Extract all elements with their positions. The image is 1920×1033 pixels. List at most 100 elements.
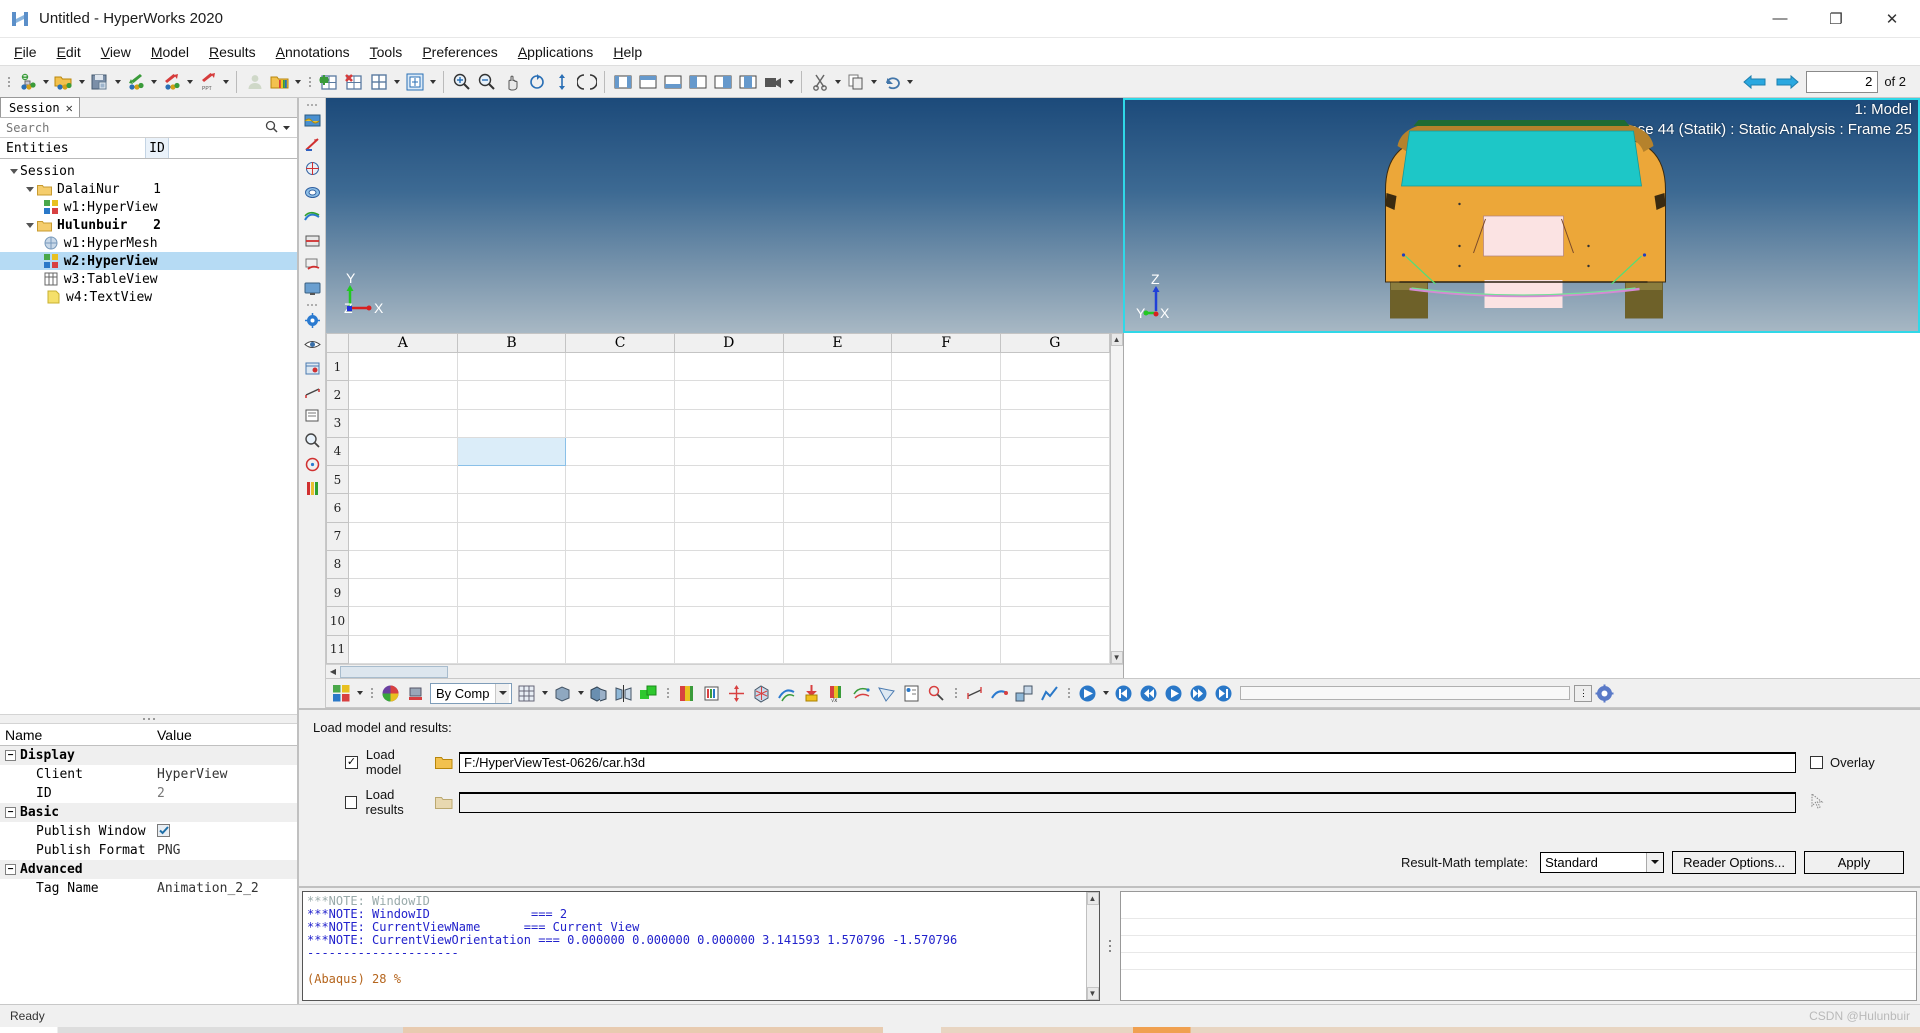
- row-header[interactable]: 5: [326, 465, 349, 495]
- cell-b3[interactable]: [456, 408, 567, 438]
- page-next-button[interactable]: [1774, 71, 1800, 93]
- cell-g10[interactable]: [999, 606, 1110, 636]
- cell-e11[interactable]: [782, 634, 893, 665]
- table-row[interactable]: 4: [326, 436, 1110, 467]
- vector-plot-icon[interactable]: [724, 681, 749, 706]
- capture-video-icon[interactable]: [760, 69, 785, 94]
- trace-icon[interactable]: [987, 681, 1012, 706]
- undo-icon[interactable]: [879, 69, 904, 94]
- add-page-icon[interactable]: [316, 69, 341, 94]
- console-splitter[interactable]: [1099, 888, 1120, 1004]
- cell-g8[interactable]: [999, 549, 1110, 580]
- menu-annotations[interactable]: Annotations: [266, 40, 360, 64]
- property-group-advanced[interactable]: − Advanced: [0, 860, 297, 879]
- table-row[interactable]: 9: [326, 578, 1110, 608]
- table-row[interactable]: 3: [326, 408, 1110, 438]
- copy-icon[interactable]: [843, 69, 868, 94]
- result-type-dropdown-icon[interactable]: [354, 681, 365, 706]
- tracking-icon[interactable]: [301, 453, 324, 476]
- anim-grip[interactable]: [368, 682, 375, 704]
- notes-icon[interactable]: [301, 405, 324, 428]
- cell-c4[interactable]: [565, 436, 675, 467]
- expander-icon[interactable]: [24, 180, 36, 198]
- cell-a2[interactable]: [348, 380, 458, 410]
- viewport-right[interactable]: 1: Model Subcase 44 (Statik) : Static An…: [1123, 98, 1920, 333]
- cell-c9[interactable]: [565, 578, 675, 608]
- save-session-icon[interactable]: [87, 69, 112, 94]
- menu-results[interactable]: Results: [199, 40, 266, 64]
- tree-col-id[interactable]: ID: [145, 138, 169, 158]
- select-all-corner[interactable]: [326, 333, 349, 353]
- iso-surface-icon[interactable]: [301, 181, 324, 204]
- zoom-in-icon[interactable]: [449, 69, 474, 94]
- cell-d9[interactable]: [673, 578, 784, 608]
- page-layout-icon[interactable]: [366, 69, 391, 94]
- animation-mode-dropdown-icon[interactable]: [1100, 681, 1111, 706]
- rotate-icon[interactable]: [524, 69, 549, 94]
- scroll-track[interactable]: [1110, 346, 1123, 651]
- info-icon[interactable]: [899, 681, 924, 706]
- property-group-basic[interactable]: − Basic: [0, 803, 297, 822]
- load-model-input[interactable]: F:/HyperViewTest-0626/car.h3d: [459, 751, 1796, 773]
- cell-c1[interactable]: [565, 351, 675, 382]
- cut-icon[interactable]: [807, 69, 832, 94]
- column-header-d[interactable]: D: [673, 333, 784, 353]
- cell-f7[interactable]: [891, 521, 1001, 551]
- cell-a11[interactable]: [348, 634, 458, 665]
- cell-e7[interactable]: [782, 521, 893, 551]
- page-view-4-icon[interactable]: [685, 69, 710, 94]
- tree-item-session[interactable]: Session: [0, 162, 297, 180]
- minimize-button[interactable]: —: [1752, 0, 1808, 38]
- row-header[interactable]: 10: [326, 606, 349, 636]
- anim-grip-2[interactable]: [664, 682, 671, 704]
- cell-g11[interactable]: [999, 634, 1110, 665]
- cell-c3[interactable]: [565, 408, 675, 438]
- page-layout-dropdown-icon[interactable]: [391, 69, 402, 94]
- menu-model[interactable]: Model: [141, 40, 199, 64]
- assembly-icon[interactable]: [636, 681, 661, 706]
- cell-f4[interactable]: [891, 436, 1001, 467]
- table-row[interactable]: 10: [326, 606, 1110, 636]
- publish-window-checkbox[interactable]: [157, 824, 170, 837]
- cell-g3[interactable]: [999, 408, 1110, 438]
- load-model-checkbox[interactable]: ✓: [345, 755, 358, 769]
- tree-item-w1-hypermesh[interactable]: w1:HyperMesh: [0, 234, 297, 252]
- collapse-icon[interactable]: −: [5, 864, 16, 875]
- maximize-button[interactable]: ❐: [1808, 0, 1864, 38]
- fringe-icon[interactable]: [301, 477, 324, 500]
- cell-g5[interactable]: [999, 465, 1110, 495]
- tree-item-w1-hyperview-dalainur[interactable]: w1:HyperView: [0, 198, 297, 216]
- cell-f10[interactable]: [891, 606, 1001, 636]
- menu-view[interactable]: View: [91, 40, 141, 64]
- cell-d6[interactable]: [673, 493, 784, 523]
- load-results-browse-button[interactable]: [433, 795, 455, 810]
- tree-item-dalainur[interactable]: DalaiNur 1: [0, 180, 297, 198]
- hscroll-thumb[interactable]: [340, 665, 448, 678]
- column-header-e[interactable]: E: [782, 333, 893, 353]
- anim-grip-3[interactable]: [952, 682, 959, 704]
- cell-a5[interactable]: [348, 465, 458, 495]
- mesh-lines-icon[interactable]: [514, 681, 539, 706]
- vtoolbar-grip-2[interactable]: [307, 301, 317, 308]
- scroll-down-icon[interactable]: ▼: [1110, 651, 1123, 664]
- cell-e9[interactable]: [782, 578, 893, 608]
- cell-e6[interactable]: [782, 493, 893, 523]
- column-header-f[interactable]: F: [891, 333, 1001, 353]
- collapse-icon[interactable]: −: [5, 750, 16, 761]
- cell-c2[interactable]: [565, 380, 675, 410]
- zoom-fit-icon[interactable]: [474, 69, 499, 94]
- cell-f2[interactable]: [891, 380, 1001, 410]
- sheet-vscrollbar[interactable]: ▲ ▼: [1109, 333, 1123, 664]
- section-cut-icon[interactable]: [301, 229, 324, 252]
- open-report-icon[interactable]: [267, 69, 292, 94]
- mirror-icon[interactable]: [611, 681, 636, 706]
- cell-c6[interactable]: [565, 493, 675, 523]
- color-wheel-icon[interactable]: [378, 681, 403, 706]
- property-row-client[interactable]: Client HyperView: [0, 765, 297, 784]
- table-row[interactable]: 7: [326, 521, 1110, 551]
- table-row[interactable]: 6: [326, 493, 1110, 523]
- shaded-icon[interactable]: [550, 681, 575, 706]
- cell-d11[interactable]: [673, 634, 784, 665]
- page-prev-button[interactable]: [1742, 71, 1768, 93]
- anim-grip-4[interactable]: [1065, 682, 1072, 704]
